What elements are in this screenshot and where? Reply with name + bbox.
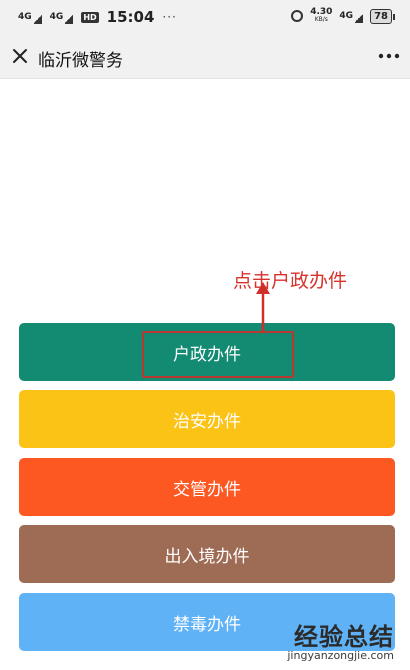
signal-icon-1: 4G <box>18 12 42 24</box>
traffic-button-label: 交管办件 <box>173 479 241 500</box>
watermark-main: 经验总结 <box>294 623 394 651</box>
net-speed-unit: KB/s <box>314 16 328 23</box>
annotation-arrow-icon <box>256 282 270 332</box>
close-button[interactable] <box>8 44 32 68</box>
status-bar: 4G 4G HD 15:04 ··· 4.30 KB/s 4G 78 <box>0 0 410 36</box>
more-dots-icon <box>378 53 400 59</box>
notification-dots: ··· <box>162 10 177 24</box>
public-security-button-label: 治安办件 <box>173 411 241 432</box>
net-speed: 4.30 KB/s <box>310 8 332 24</box>
narcotics-button-label: 禁毒办件 <box>173 614 241 635</box>
alarm-icon <box>291 10 304 22</box>
close-icon <box>13 49 27 63</box>
title-bar: 临沂微警务 <box>0 36 410 79</box>
watermark: 经验总结 jingyanzongjie.com <box>287 624 394 662</box>
page-title: 临沂微警务 <box>38 51 123 71</box>
status-right: 4.30 KB/s 4G 78 <box>291 8 395 24</box>
battery-icon: 78 <box>370 8 395 24</box>
hd-badge: HD <box>81 11 99 23</box>
annotation-highlight-box <box>142 331 294 378</box>
net-speed-value: 4.30 <box>310 7 333 17</box>
exit-entry-button[interactable]: 出入境办件 <box>19 525 395 583</box>
public-security-button[interactable]: 治安办件 <box>19 390 395 448</box>
status-left: 4G 4G HD 15:04 ··· <box>18 8 177 26</box>
network-type-icon: 4G <box>339 11 363 23</box>
status-time: 15:04 <box>106 8 155 26</box>
traffic-button[interactable]: 交管办件 <box>19 458 395 516</box>
watermark-sub: jingyanzongjie.com <box>287 649 394 662</box>
more-button[interactable] <box>376 44 402 68</box>
annotation-text: 点击户政办件 <box>233 270 348 292</box>
phone-screen: 4G 4G HD 15:04 ··· 4.30 KB/s 4G 78 临沂微警务 <box>0 0 410 670</box>
signal-icon-2: 4G <box>50 12 74 24</box>
exit-entry-button-label: 出入境办件 <box>164 546 250 567</box>
